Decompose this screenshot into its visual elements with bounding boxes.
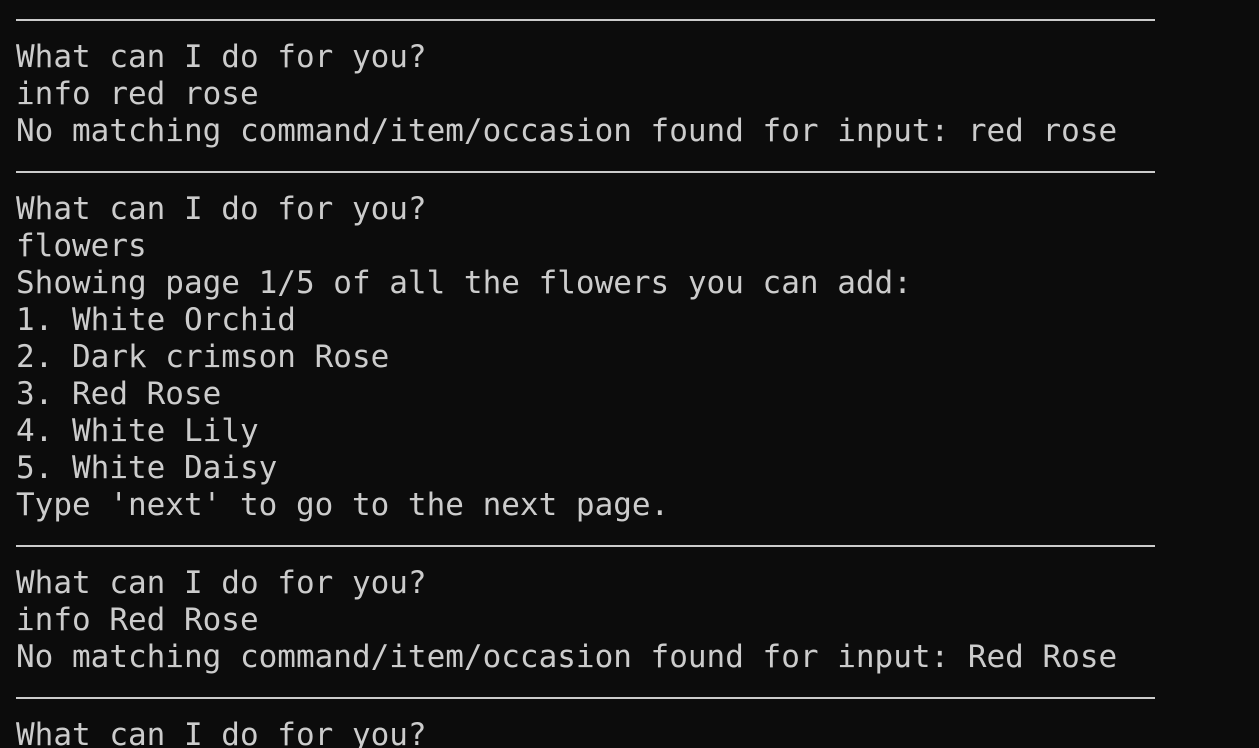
response-line: No matching command/item/occasion found … <box>16 639 1118 675</box>
response-line: Showing page 1/5 of all the flowers you … <box>16 265 912 301</box>
separator-line <box>16 2 1259 39</box>
list-item: 2. Dark crimson Rose <box>16 339 390 375</box>
separator-line <box>16 154 1259 191</box>
list-item: 4. White Lily <box>16 413 259 449</box>
user-command: info Red Rose <box>16 602 259 638</box>
prompt-line: What can I do for you? <box>16 39 427 75</box>
prompt-line: What can I do for you? <box>16 717 427 748</box>
user-command: flowers <box>16 228 147 264</box>
prompt-line: What can I do for you? <box>16 565 427 601</box>
separator-line <box>16 528 1259 565</box>
response-line: No matching command/item/occasion found … <box>16 113 1118 149</box>
separator-line <box>16 680 1259 717</box>
response-line: Type 'next' to go to the next page. <box>16 487 670 523</box>
terminal-window[interactable]: What can I do for you? info red rose No … <box>0 0 1259 748</box>
prompt-line: What can I do for you? <box>16 191 427 227</box>
list-item: 5. White Daisy <box>16 450 278 486</box>
list-item: 3. Red Rose <box>16 376 222 412</box>
list-item: 1. White Orchid <box>16 302 296 338</box>
user-command: info red rose <box>16 76 259 112</box>
